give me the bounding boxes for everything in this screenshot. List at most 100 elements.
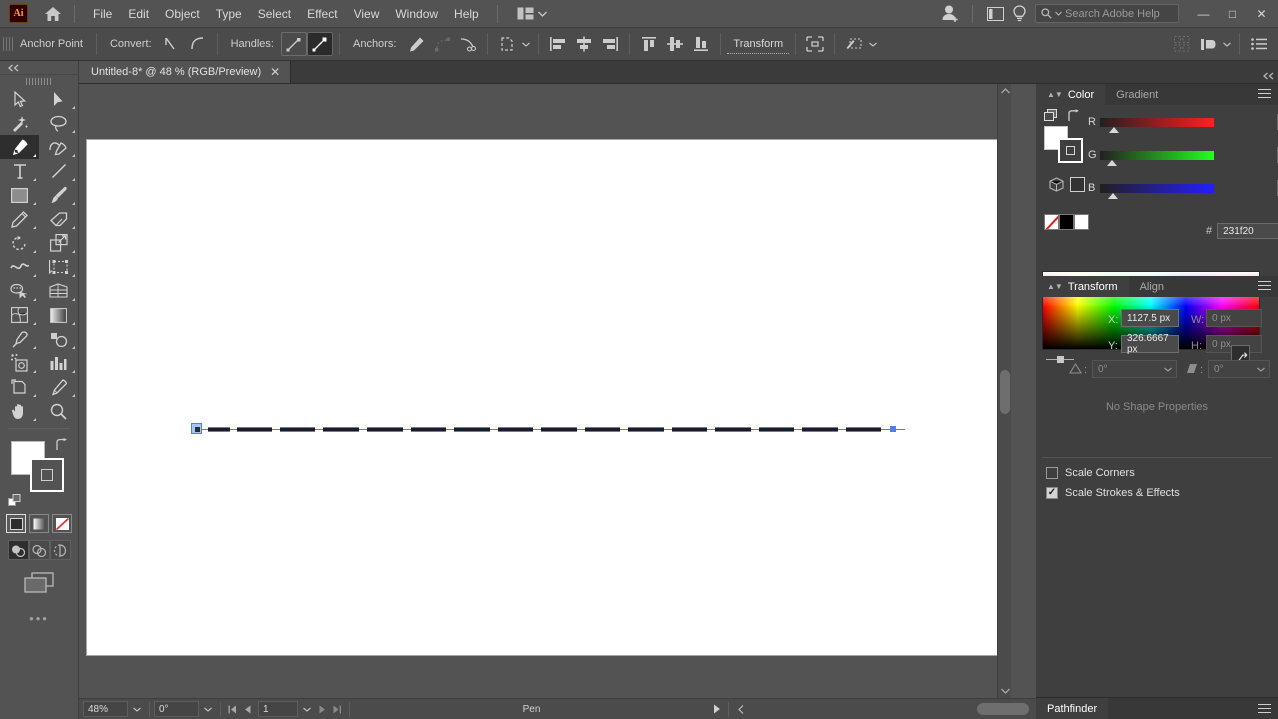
reshape-chevron-down-icon[interactable]	[867, 33, 879, 55]
tool-eraser[interactable]	[39, 207, 78, 231]
menu-object[interactable]: Object	[157, 3, 208, 25]
scale-corners-row[interactable]: Scale Corners	[1046, 467, 1135, 479]
artboards-grid-icon[interactable]	[1169, 32, 1195, 56]
channel-ramp-r[interactable]	[1100, 117, 1214, 133]
align-left-icon[interactable]	[545, 32, 571, 56]
tool-gradient[interactable]	[39, 303, 78, 327]
current-tool-label[interactable]: Pen	[354, 704, 709, 715]
path-start-anchor[interactable]	[191, 423, 202, 434]
tool-curvature[interactable]	[39, 135, 78, 159]
maximize-button[interactable]: □	[1218, 3, 1247, 25]
document-tab-close-icon[interactable]: ✕	[270, 66, 280, 78]
hex-value-field[interactable]: 231f20	[1217, 223, 1278, 239]
tool-type[interactable]	[0, 159, 39, 183]
menu-file[interactable]: File	[85, 3, 120, 25]
hide-handles-icon[interactable]	[306, 32, 333, 56]
tool-scale[interactable]	[39, 231, 78, 255]
rotation-dropdown-icon[interactable]	[199, 701, 216, 717]
arrange-documents-button[interactable]	[512, 4, 552, 23]
menu-edit[interactable]: Edit	[120, 3, 157, 25]
isolate-object-icon[interactable]	[494, 32, 520, 56]
document-tab[interactable]: Untitled-8* @ 48 % (RGB/Preview) ✕	[79, 61, 292, 83]
tab-gradient[interactable]: Gradient	[1105, 84, 1170, 105]
zoom-level-field[interactable]: 48%	[83, 701, 128, 717]
swatch-black[interactable]	[1059, 214, 1074, 230]
scale-strokes-row[interactable]: ✓ Scale Strokes & Effects	[1046, 487, 1180, 499]
w-input[interactable]: 0 px	[1206, 309, 1262, 327]
tool-artboard[interactable]	[0, 375, 39, 399]
canvas-area[interactable]	[79, 84, 1011, 698]
transform-panel-collapse-icon[interactable]: ▲▼	[1047, 282, 1063, 291]
toolbar-collapse-button[interactable]	[0, 61, 78, 75]
align-top-icon[interactable]	[636, 32, 662, 56]
shear-select[interactable]: 0°	[1208, 360, 1270, 378]
align-middle-vertical-icon[interactable]	[662, 32, 688, 56]
color-panel-collapse-icon[interactable]: ▲▼	[1047, 90, 1063, 99]
minimize-button[interactable]: —	[1189, 3, 1218, 25]
app-logo-icon[interactable]: Ai	[9, 4, 28, 23]
draw-normal-button[interactable]	[7, 540, 29, 560]
artboard-prev-icon[interactable]	[240, 701, 255, 717]
tool-selection[interactable]	[0, 87, 39, 111]
tool-rotate[interactable]	[0, 231, 39, 255]
tool-direct-selection[interactable]	[39, 87, 78, 111]
tool-slice[interactable]	[39, 375, 78, 399]
document-setup-icon[interactable]	[1195, 32, 1221, 56]
scale-corners-checkbox[interactable]	[1046, 467, 1058, 479]
artboard-next-icon[interactable]	[315, 701, 330, 717]
artboard-first-icon[interactable]	[225, 701, 240, 717]
pathfinder-panel-menu-icon[interactable]	[1258, 704, 1271, 715]
align-right-icon[interactable]	[597, 32, 623, 56]
canvas-vscroll-thumb[interactable]	[1000, 370, 1010, 414]
tool-lasso[interactable]	[39, 111, 78, 135]
path-end-anchor-selected[interactable]	[890, 426, 896, 432]
close-button[interactable]: ✕	[1247, 3, 1276, 25]
artboard-dropdown-icon[interactable]	[298, 701, 315, 717]
tool-rectangle[interactable]	[0, 183, 39, 207]
fill-stroke-toggle-icon[interactable]	[1044, 109, 1058, 122]
default-fill-stroke-icon[interactable]	[8, 494, 22, 508]
tool-blend[interactable]	[39, 327, 78, 351]
tool-shape-builder[interactable]	[0, 279, 39, 303]
transform-panel-menu-icon[interactable]	[1258, 281, 1271, 292]
scroll-up-arrow-icon[interactable]	[998, 84, 1011, 98]
color-3d-cube-icon[interactable]	[1049, 177, 1064, 192]
remove-selected-anchors-icon[interactable]	[403, 32, 429, 56]
color-panel-menu-icon[interactable]	[1258, 89, 1271, 100]
canvas-hscroll-thumb[interactable]	[976, 703, 1029, 715]
home-icon[interactable]	[42, 4, 64, 24]
tool-free-transform[interactable]	[39, 255, 78, 279]
swatch-none[interactable]	[1044, 214, 1059, 230]
document-setup-chevron-icon[interactable]	[1221, 33, 1233, 55]
control-panel-menu-icon[interactable]	[1246, 32, 1272, 56]
draw-behind-button[interactable]	[28, 540, 50, 560]
tool-perspective-grid[interactable]	[39, 279, 78, 303]
swatch-white[interactable]	[1074, 214, 1089, 230]
menu-window[interactable]: Window	[387, 3, 446, 25]
status-expand-icon[interactable]	[709, 701, 724, 717]
menu-select[interactable]: Select	[250, 3, 299, 25]
canvas-vertical-scrollbar[interactable]	[997, 84, 1011, 698]
swap-fill-stroke-icon[interactable]	[54, 438, 68, 452]
scale-strokes-checkbox[interactable]: ✓	[1046, 487, 1058, 499]
screen-mode-button[interactable]	[0, 572, 78, 593]
connect-anchors-icon[interactable]	[429, 32, 455, 56]
color-last-swatch[interactable]	[1070, 177, 1085, 192]
toolbar-overflow-icon[interactable]: •••	[0, 611, 78, 626]
align-center-horizontal-icon[interactable]	[571, 32, 597, 56]
tool-pen[interactable]	[0, 135, 39, 159]
shape-options-icon[interactable]	[802, 32, 828, 56]
tool-column-graph[interactable]	[39, 351, 78, 375]
tool-hand[interactable]	[0, 399, 39, 423]
tab-align[interactable]: Align	[1128, 276, 1176, 297]
color-swap-icon[interactable]	[1066, 109, 1080, 122]
menu-effect[interactable]: Effect	[299, 3, 345, 25]
gradient-button[interactable]	[29, 514, 49, 533]
y-input[interactable]: 326.6667 px	[1121, 333, 1179, 355]
channel-ramp-g[interactable]	[1100, 150, 1214, 166]
tab-color[interactable]: ▲▼ Color	[1036, 84, 1106, 105]
tool-mesh[interactable]	[0, 303, 39, 327]
convert-to-corner-icon[interactable]	[159, 32, 185, 56]
scroll-down-arrow-icon[interactable]	[998, 684, 1011, 698]
stroke-swatch[interactable]	[30, 458, 64, 492]
